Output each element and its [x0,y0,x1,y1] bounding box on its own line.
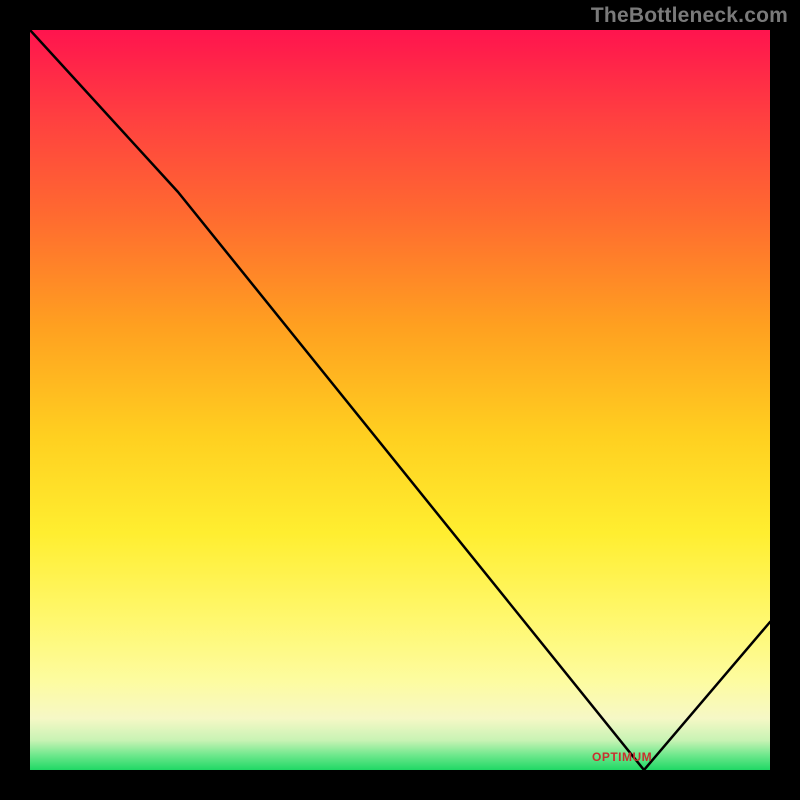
plot-area: OPTIMUM [30,30,770,770]
data-line [30,30,770,770]
line-chart-svg [30,30,770,770]
optimum-annotation: OPTIMUM [592,750,652,764]
watermark-label: TheBottleneck.com [591,4,788,28]
chart-stage: TheBottleneck.com OPTIMUM [0,0,800,800]
